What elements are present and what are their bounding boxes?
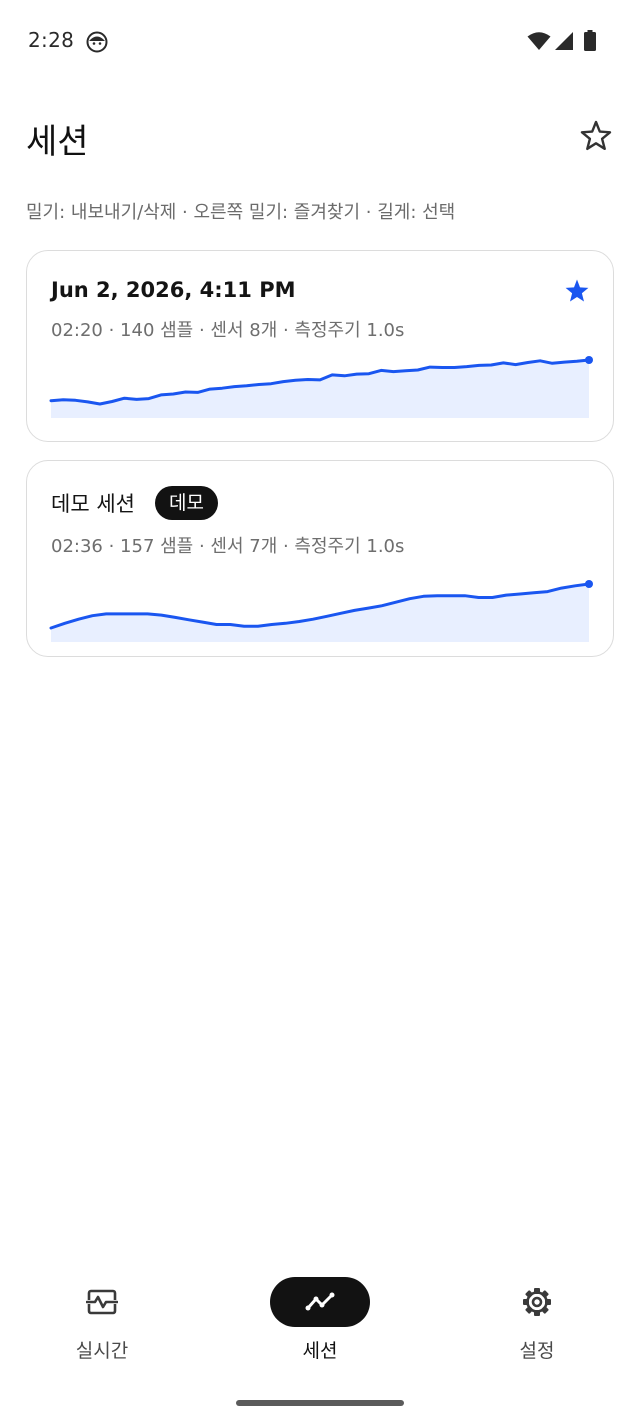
realtime-icon	[86, 1289, 118, 1315]
home-indicator[interactable]	[236, 1400, 404, 1406]
cellular-signal-icon	[555, 32, 573, 50]
page-title: 세션	[26, 122, 89, 162]
star-filled-icon	[565, 279, 589, 302]
session-meta: 02:20 · 140 샘플 · 센서 8개 · 측정주기 1.0s	[51, 320, 405, 341]
nav-item-settings[interactable]: 설정	[457, 1262, 617, 1372]
settings-gear-icon	[523, 1288, 551, 1316]
star-outline-icon	[580, 120, 612, 150]
session-sparkline	[49, 356, 593, 418]
gesture-hint: 밀기: 내보내기/삭제 · 오른쪽 밀기: 즐겨찾기 · 길게: 선택	[26, 202, 456, 223]
nav-label-settings: 설정	[519, 1340, 555, 1362]
sessions-chart-icon	[305, 1292, 335, 1311]
wifi-icon	[527, 32, 551, 50]
sparkline-end-point	[585, 580, 593, 588]
nav-label-sessions: 세션	[302, 1340, 338, 1362]
nav-label-realtime: 실시간	[75, 1340, 129, 1362]
sparkline-area	[51, 360, 589, 418]
session-card[interactable]: 데모 세션 데모 02:36 · 157 샘플 · 센서 7개 · 측정주기 1…	[26, 460, 614, 657]
session-card[interactable]: Jun 2, 2026, 4:11 PM 02:20 · 140 샘플 · 센서…	[26, 250, 614, 442]
battery-icon	[584, 30, 596, 51]
bottom-navigation: 실시간 세션 설정	[0, 1262, 640, 1382]
nav-item-realtime[interactable]: 실시간	[22, 1262, 182, 1372]
status-bar: 2:28	[0, 0, 640, 82]
favorites-filter-button[interactable]	[578, 118, 614, 154]
status-time: 2:28	[28, 28, 75, 52]
demo-badge: 데모	[155, 486, 218, 520]
session-sparkline	[49, 580, 593, 642]
session-title: 데모 세션	[51, 492, 135, 516]
nav-item-sessions[interactable]: 세션	[240, 1262, 400, 1372]
favorite-star-button[interactable]	[563, 277, 591, 305]
sparkline-end-point	[585, 356, 593, 364]
app-notification-icon	[86, 31, 108, 53]
session-meta: 02:36 · 157 샘플 · 센서 7개 · 측정주기 1.0s	[51, 536, 405, 557]
session-title: Jun 2, 2026, 4:11 PM	[51, 278, 296, 302]
